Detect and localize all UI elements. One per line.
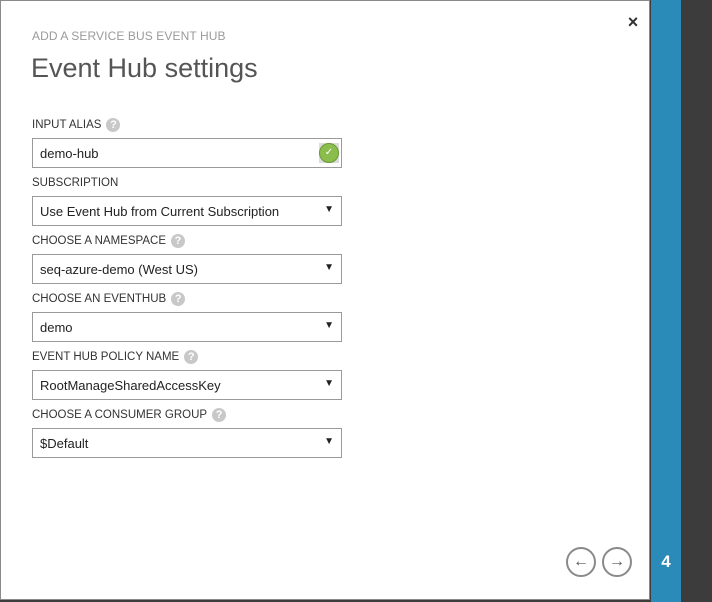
eventhub-value: demo xyxy=(40,320,73,335)
dropdown-caret-icon: ▼ xyxy=(324,378,334,389)
namespace-label-text: CHOOSE A NAMESPACE xyxy=(32,235,166,247)
input-alias-field[interactable]: demo-hub ✓ xyxy=(32,138,342,168)
namespace-select[interactable]: seq-azure-demo (West US) ▼ xyxy=(32,254,342,284)
dropdown-caret-icon: ▼ xyxy=(324,262,334,273)
dropdown-caret-icon: ▼ xyxy=(324,436,334,447)
namespace-label: CHOOSE A NAMESPACE ? xyxy=(32,234,185,248)
policy-select[interactable]: RootManageSharedAccessKey ▼ xyxy=(32,370,342,400)
eventhub-label-text: CHOOSE AN EVENTHUB xyxy=(32,293,167,305)
validation-check-icon: ✓ xyxy=(319,143,339,163)
step-number: 4 xyxy=(661,552,671,571)
consumer-group-label-text: CHOOSE A CONSUMER GROUP xyxy=(32,409,208,421)
dropdown-caret-icon: ▼ xyxy=(324,320,334,331)
policy-label: EVENT HUB POLICY NAME ? xyxy=(32,350,199,364)
help-icon[interactable]: ? xyxy=(171,234,185,248)
dialog: × ADD A SERVICE BUS EVENT HUB Event Hub … xyxy=(0,0,650,600)
namespace-value: seq-azure-demo (West US) xyxy=(40,262,198,277)
next-button[interactable]: → xyxy=(602,547,632,577)
help-icon[interactable]: ? xyxy=(171,292,186,306)
arrow-right-icon: → xyxy=(609,553,625,570)
input-alias-label-text: INPUT ALIAS xyxy=(32,119,102,131)
subscription-label: SUBSCRIPTION xyxy=(32,177,118,189)
policy-label-text: EVENT HUB POLICY NAME xyxy=(32,351,180,363)
eventhub-label: CHOOSE AN EVENTHUB ? xyxy=(32,292,186,306)
subscription-value: Use Event Hub from Current Subscription xyxy=(40,204,280,219)
page-title: Event Hub settings xyxy=(31,53,258,83)
consumer-group-value: $Default xyxy=(40,436,89,451)
policy-value: RootManageSharedAccessKey xyxy=(40,378,221,393)
help-icon[interactable]: ? xyxy=(106,118,121,132)
close-icon[interactable]: × xyxy=(623,12,643,32)
eventhub-select[interactable]: demo ▼ xyxy=(32,312,342,342)
step-sidebar xyxy=(651,0,681,602)
dropdown-caret-icon: ▼ xyxy=(324,204,334,215)
help-icon[interactable]: ? xyxy=(212,408,227,422)
subscription-select[interactable]: Use Event Hub from Current Subscription … xyxy=(32,196,342,226)
subscription-label-text: SUBSCRIPTION xyxy=(32,177,119,189)
arrow-left-icon: ← xyxy=(573,553,589,570)
dialog-subtitle: ADD A SERVICE BUS EVENT HUB xyxy=(32,29,226,43)
help-icon[interactable]: ? xyxy=(184,350,199,364)
consumer-group-label: CHOOSE A CONSUMER GROUP ? xyxy=(32,408,227,422)
consumer-group-select[interactable]: $Default ▼ xyxy=(32,428,342,458)
back-button[interactable]: ← xyxy=(566,547,596,577)
input-alias-label: INPUT ALIAS ? xyxy=(32,118,121,132)
input-alias-value: demo-hub xyxy=(40,146,99,161)
